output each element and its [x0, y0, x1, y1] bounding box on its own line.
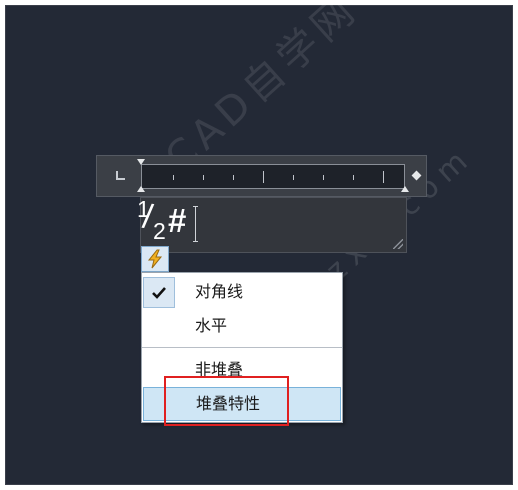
text-ruler[interactable] [96, 155, 427, 197]
menu-item-label: 对角线 [195, 282, 244, 301]
checkmark-box [143, 277, 175, 308]
menu-item-horizontal[interactable]: 水平 [142, 309, 342, 343]
menu-separator [142, 347, 342, 348]
ruler-tick [233, 175, 234, 180]
paragraph-indent-marker[interactable] [137, 186, 145, 192]
stacked-denominator: 2 [153, 218, 166, 244]
ruler-track[interactable] [141, 164, 405, 189]
autostack-button[interactable] [141, 246, 169, 272]
ruler-resize-handle[interactable] [411, 170, 422, 181]
menu-item-label: 水平 [195, 316, 228, 335]
lightning-icon [147, 249, 163, 269]
resize-grip-icon[interactable] [393, 239, 403, 249]
left-tab-stop-icon[interactable] [116, 171, 125, 180]
menu-item-diagonal[interactable]: 对角线 [142, 275, 342, 309]
ruler-tick [203, 175, 204, 180]
text-cursor [193, 206, 198, 242]
ruler-tick [173, 175, 174, 180]
ruler-tick-major [383, 171, 384, 183]
first-line-indent-marker[interactable] [137, 159, 145, 165]
annotation-highlight-box [164, 376, 289, 426]
checkmark-icon [152, 286, 166, 299]
ruler-tick-major [263, 171, 264, 183]
ruler-tick [353, 175, 354, 180]
editor-hash-char: # [168, 202, 187, 239]
ruler-tick [293, 175, 294, 180]
right-indent-marker[interactable] [401, 186, 409, 192]
ruler-tick [323, 175, 324, 180]
